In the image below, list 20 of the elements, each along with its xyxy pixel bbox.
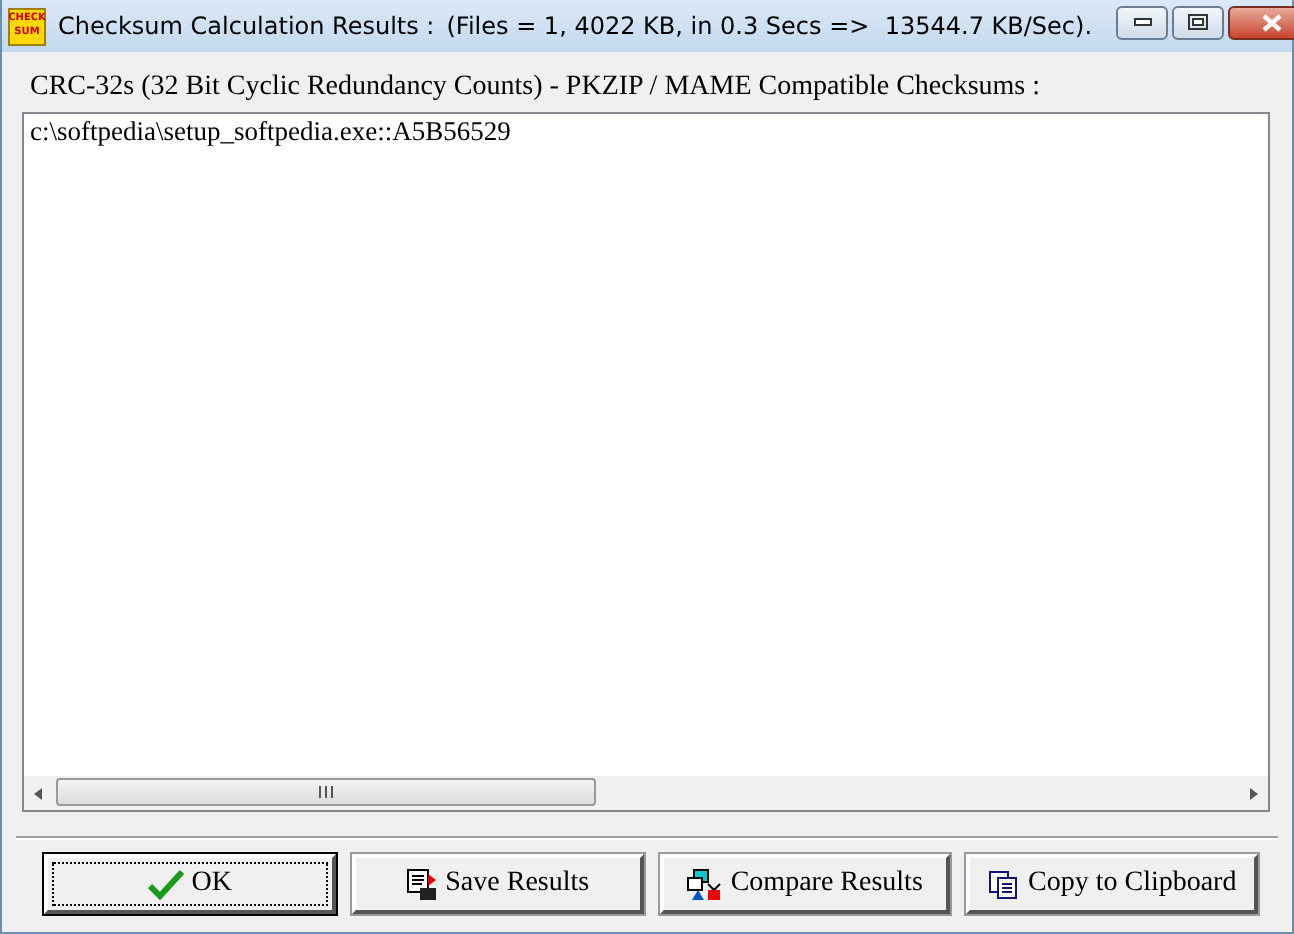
checksum-heading: CRC-32s (32 Bit Cyclic Redundancy Counts) - PKZIP / MAME Compatible Checksums :: [30, 72, 1043, 104]
close-button[interactable]: [1228, 5, 1294, 39]
horizontal-scrollbar[interactable]: [24, 776, 1268, 810]
minimize-icon: [1133, 18, 1152, 26]
ok-button[interactable]: OK: [44, 854, 336, 914]
grip-icon: [318, 786, 334, 798]
checkmark-icon: [147, 868, 184, 900]
compare-shapes-icon: [686, 867, 723, 901]
close-icon: [1261, 13, 1282, 31]
compare-button[interactable]: Compare Results: [659, 854, 951, 914]
result-line: c:\softpedia\setup_softpedia.exe::A5B56529: [30, 116, 513, 148]
copy-button[interactable]: Copy to Clipboard: [966, 854, 1258, 914]
window-stats: (Files = 1, 4022 KB, in 0.3 Secs => 13544.7 KB/Sec).: [446, 12, 1093, 40]
maximize-icon: [1188, 14, 1209, 30]
maximize-button[interactable]: [1172, 5, 1225, 39]
minimize-button[interactable]: [1116, 5, 1169, 39]
save-button[interactable]: Save Results: [351, 854, 643, 914]
window-title: Checksum Calculation Results :: [58, 12, 435, 40]
document-disk-icon: [405, 868, 438, 900]
copy-icon: [988, 869, 1020, 899]
